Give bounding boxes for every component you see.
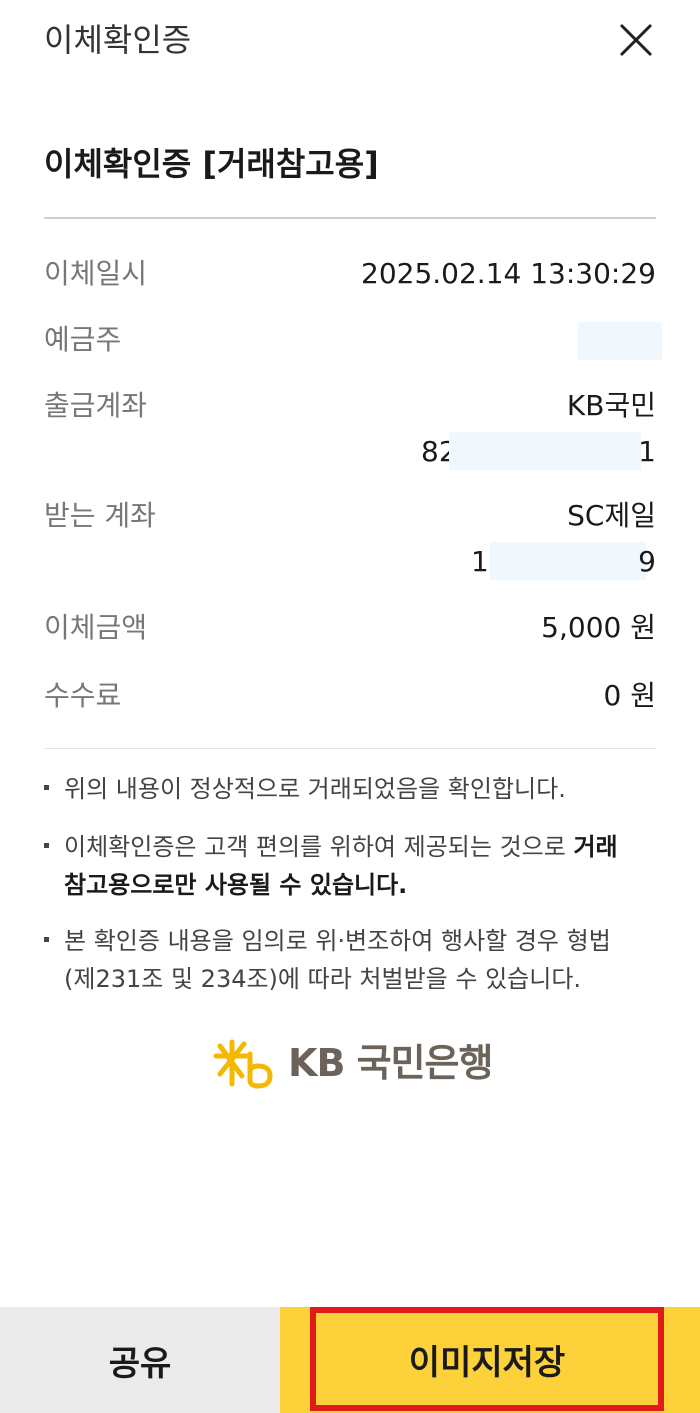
save-image-button-label: 이미지저장 xyxy=(310,1307,664,1411)
from-account-suffix: 1 xyxy=(638,435,656,468)
fee-label: 수수료 xyxy=(44,679,122,712)
top-bar: 이체확인증 xyxy=(0,0,700,84)
depositor-label: 예금주 xyxy=(44,323,122,356)
from-account-label: 출금계좌 xyxy=(44,389,148,422)
transfer-date-value: 2025.02.14 13:30:29 xyxy=(361,257,656,290)
document-title: 이체확인증 [거래참고용] xyxy=(44,145,379,183)
to-account-suffix: 9 xyxy=(638,545,656,578)
bullet-icon xyxy=(44,843,49,848)
save-image-button[interactable]: 이미지저장 xyxy=(280,1307,700,1413)
amount-label: 이체금액 xyxy=(44,611,148,644)
close-icon xyxy=(619,23,653,57)
page-title: 이체확인증 xyxy=(44,21,192,59)
transfer-date-label: 이체일시 xyxy=(44,257,148,290)
to-account-prefix: 1 xyxy=(471,545,489,578)
share-button[interactable]: 공유 xyxy=(0,1307,280,1413)
to-account-masked xyxy=(490,542,646,580)
divider xyxy=(44,217,656,219)
bullet-icon xyxy=(44,937,49,942)
bullet-icon xyxy=(44,785,49,790)
divider xyxy=(44,748,656,749)
from-account-masked xyxy=(449,432,641,470)
notice-item: 이체확인증은 고객 편의를 위하여 제공되는 것으로 거래 참고용으로만 사용될… xyxy=(44,828,644,904)
kb-star-icon xyxy=(213,1039,273,1089)
notice-item: 위의 내용이 정상적으로 거래되었음을 확인합니다. xyxy=(44,770,644,808)
to-bank-name: SC제일 xyxy=(567,499,656,532)
amount-value: 5,000 원 xyxy=(541,611,656,644)
to-account-label: 받는 계좌 xyxy=(44,499,156,532)
notice-item: 본 확인증 내용을 임의로 위·변조하여 행사할 경우 형법 (제231조 및 … xyxy=(44,922,644,998)
close-button[interactable] xyxy=(612,16,660,64)
kb-kookmin-bank-logo: KB 국민은행 xyxy=(210,1036,500,1092)
depositor-masked-value xyxy=(578,322,662,360)
fee-value: 0 원 xyxy=(603,679,656,712)
from-bank-name: KB국민 xyxy=(566,389,656,422)
logo-text: KB 국민은행 xyxy=(288,1041,493,1085)
transfer-receipt-screen: 이체확인증 이체확인증 [거래참고용] 이체일시 2025.02.14 13:3… xyxy=(0,0,700,1413)
